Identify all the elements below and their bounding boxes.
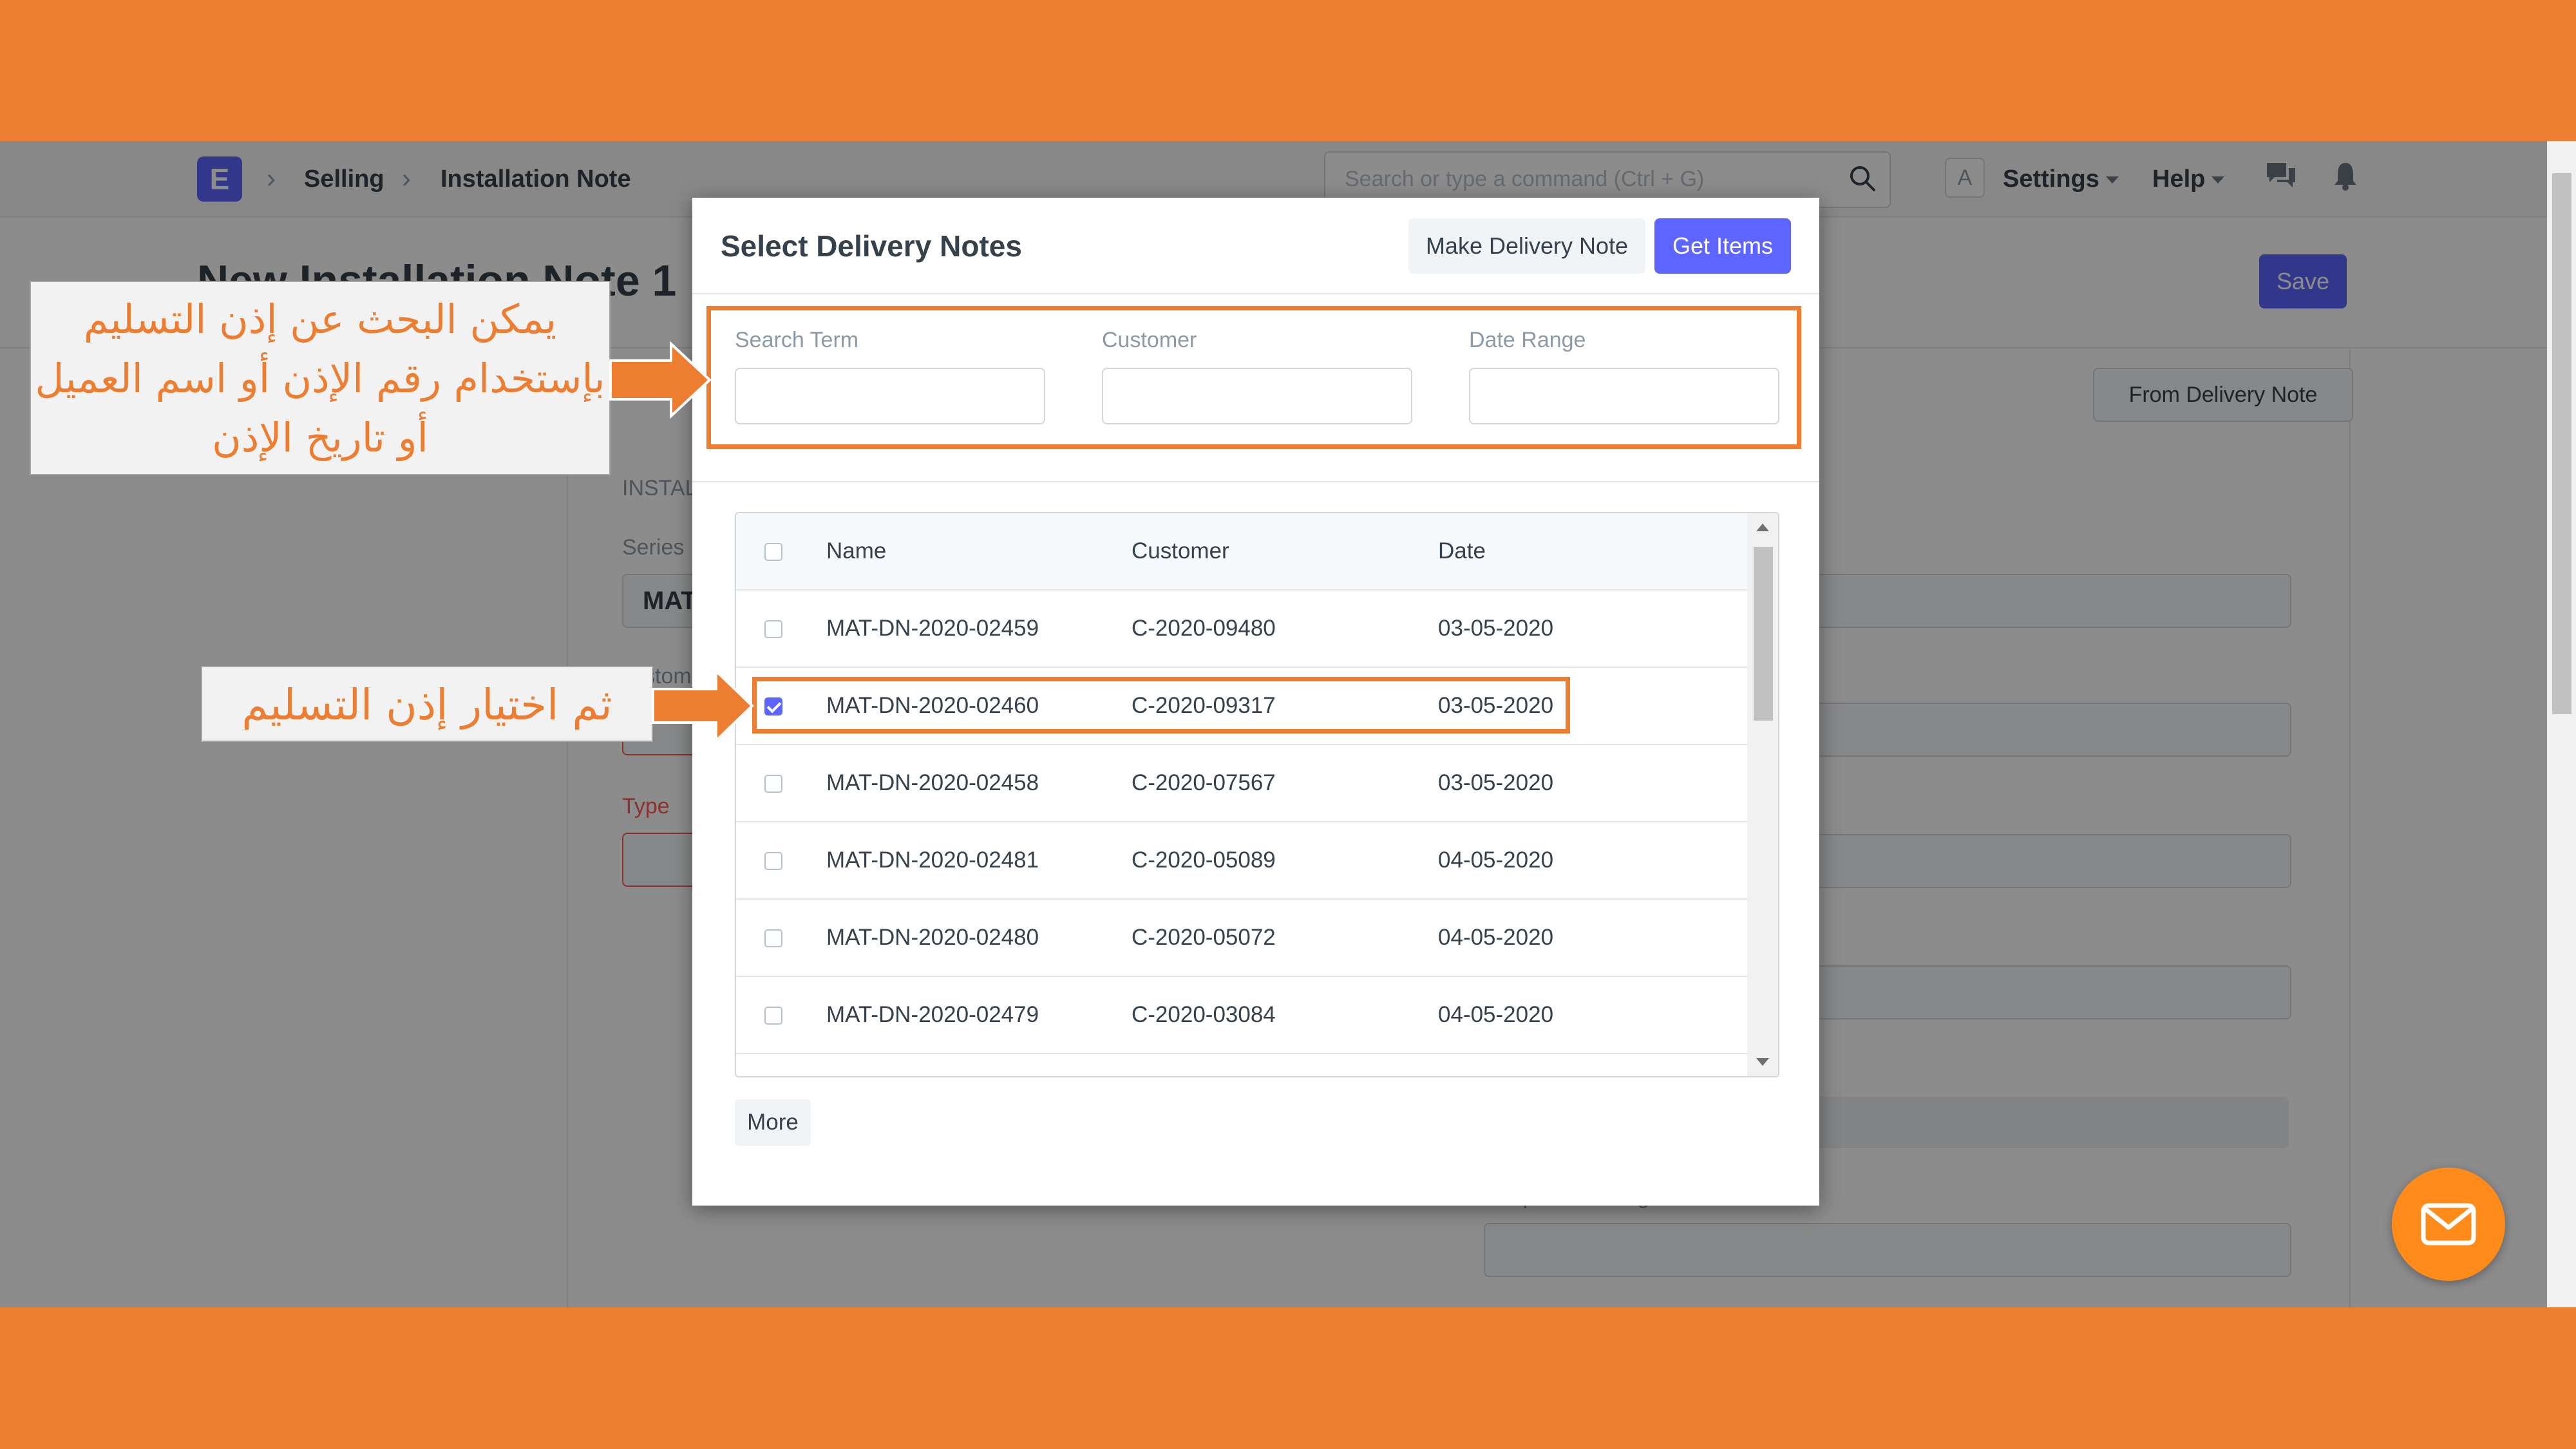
row-name: MAT-DN-2020-02459	[826, 616, 1039, 641]
row-date: 04-05-2020	[1438, 925, 1554, 950]
get-items-button[interactable]: Get Items	[1654, 218, 1791, 274]
search-hint-callout: يمكن البحث عن إذن التسليم بإستخدام رقم ا…	[30, 281, 611, 475]
column-header-customer: Customer	[1132, 538, 1229, 564]
row-checkbox[interactable]	[764, 775, 782, 793]
row-customer: C-2020-03084	[1132, 1002, 1276, 1027]
filters-highlight-box	[706, 306, 1801, 449]
arrow-right-icon	[609, 341, 712, 419]
row-customer: C-2020-05089	[1132, 848, 1276, 873]
dialog-title: Select Delivery Notes	[721, 229, 1022, 263]
scroll-down-icon[interactable]	[1756, 1058, 1769, 1066]
selected-row-highlight-box	[752, 677, 1570, 734]
table-row[interactable]: MAT-DN-2020-02481 C-2020-05089 04-05-202…	[736, 822, 1747, 900]
row-name: MAT-DN-2020-02481	[826, 848, 1039, 873]
row-checkbox[interactable]	[764, 1007, 782, 1025]
row-date: 04-05-2020	[1438, 1002, 1554, 1027]
row-customer: C-2020-05072	[1132, 925, 1276, 950]
row-checkbox[interactable]	[764, 852, 782, 870]
page-scrollbar[interactable]	[2547, 141, 2576, 1307]
table-row[interactable]: MAT-DN-2020-02480 C-2020-05072 04-05-202…	[736, 900, 1747, 977]
arrow-right-icon	[652, 668, 754, 743]
row-customer: C-2020-07567	[1132, 770, 1276, 795]
row-name: MAT-DN-2020-02458	[826, 770, 1039, 795]
more-button[interactable]: More	[735, 1099, 811, 1146]
column-header-name: Name	[826, 538, 887, 564]
column-header-date: Date	[1438, 538, 1486, 564]
row-customer: C-2020-09480	[1132, 616, 1276, 641]
row-date: 03-05-2020	[1438, 616, 1554, 641]
select-hint-callout: ثم اختيار إذن التسليم	[201, 666, 653, 742]
results-table: Name Customer Date MAT-DN-2020-02459 C-2…	[735, 512, 1779, 1077]
mail-fab-button[interactable]	[2392, 1168, 2505, 1281]
scroll-up-icon[interactable]	[1756, 524, 1769, 531]
make-delivery-note-button[interactable]: Make Delivery Note	[1408, 218, 1645, 274]
table-row[interactable]: MAT-DN-2020-02458 C-2020-07567 03-05-202…	[736, 745, 1747, 822]
dialog-header: Select Delivery Notes Make Delivery Note…	[692, 198, 1819, 294]
table-header: Name Customer Date	[736, 513, 1747, 591]
results-scroll-thumb[interactable]	[1754, 547, 1773, 721]
mail-icon	[2421, 1203, 2476, 1245]
row-name: MAT-DN-2020-02480	[826, 925, 1039, 950]
table-row[interactable]: MAT-DN-2020-02479 C-2020-03084 04-05-202…	[736, 977, 1747, 1054]
row-checkbox[interactable]	[764, 929, 782, 947]
row-date: 03-05-2020	[1438, 770, 1554, 795]
divider	[692, 481, 1819, 482]
select-all-checkbox[interactable]	[764, 543, 782, 561]
page-scroll-thumb[interactable]	[2552, 173, 2571, 714]
row-checkbox[interactable]	[764, 620, 782, 638]
row-name: MAT-DN-2020-02479	[826, 1002, 1039, 1027]
row-date: 04-05-2020	[1438, 848, 1554, 873]
table-row[interactable]: MAT-DN-2020-02459 C-2020-09480 03-05-202…	[736, 591, 1747, 668]
results-scrollbar[interactable]	[1747, 513, 1778, 1076]
